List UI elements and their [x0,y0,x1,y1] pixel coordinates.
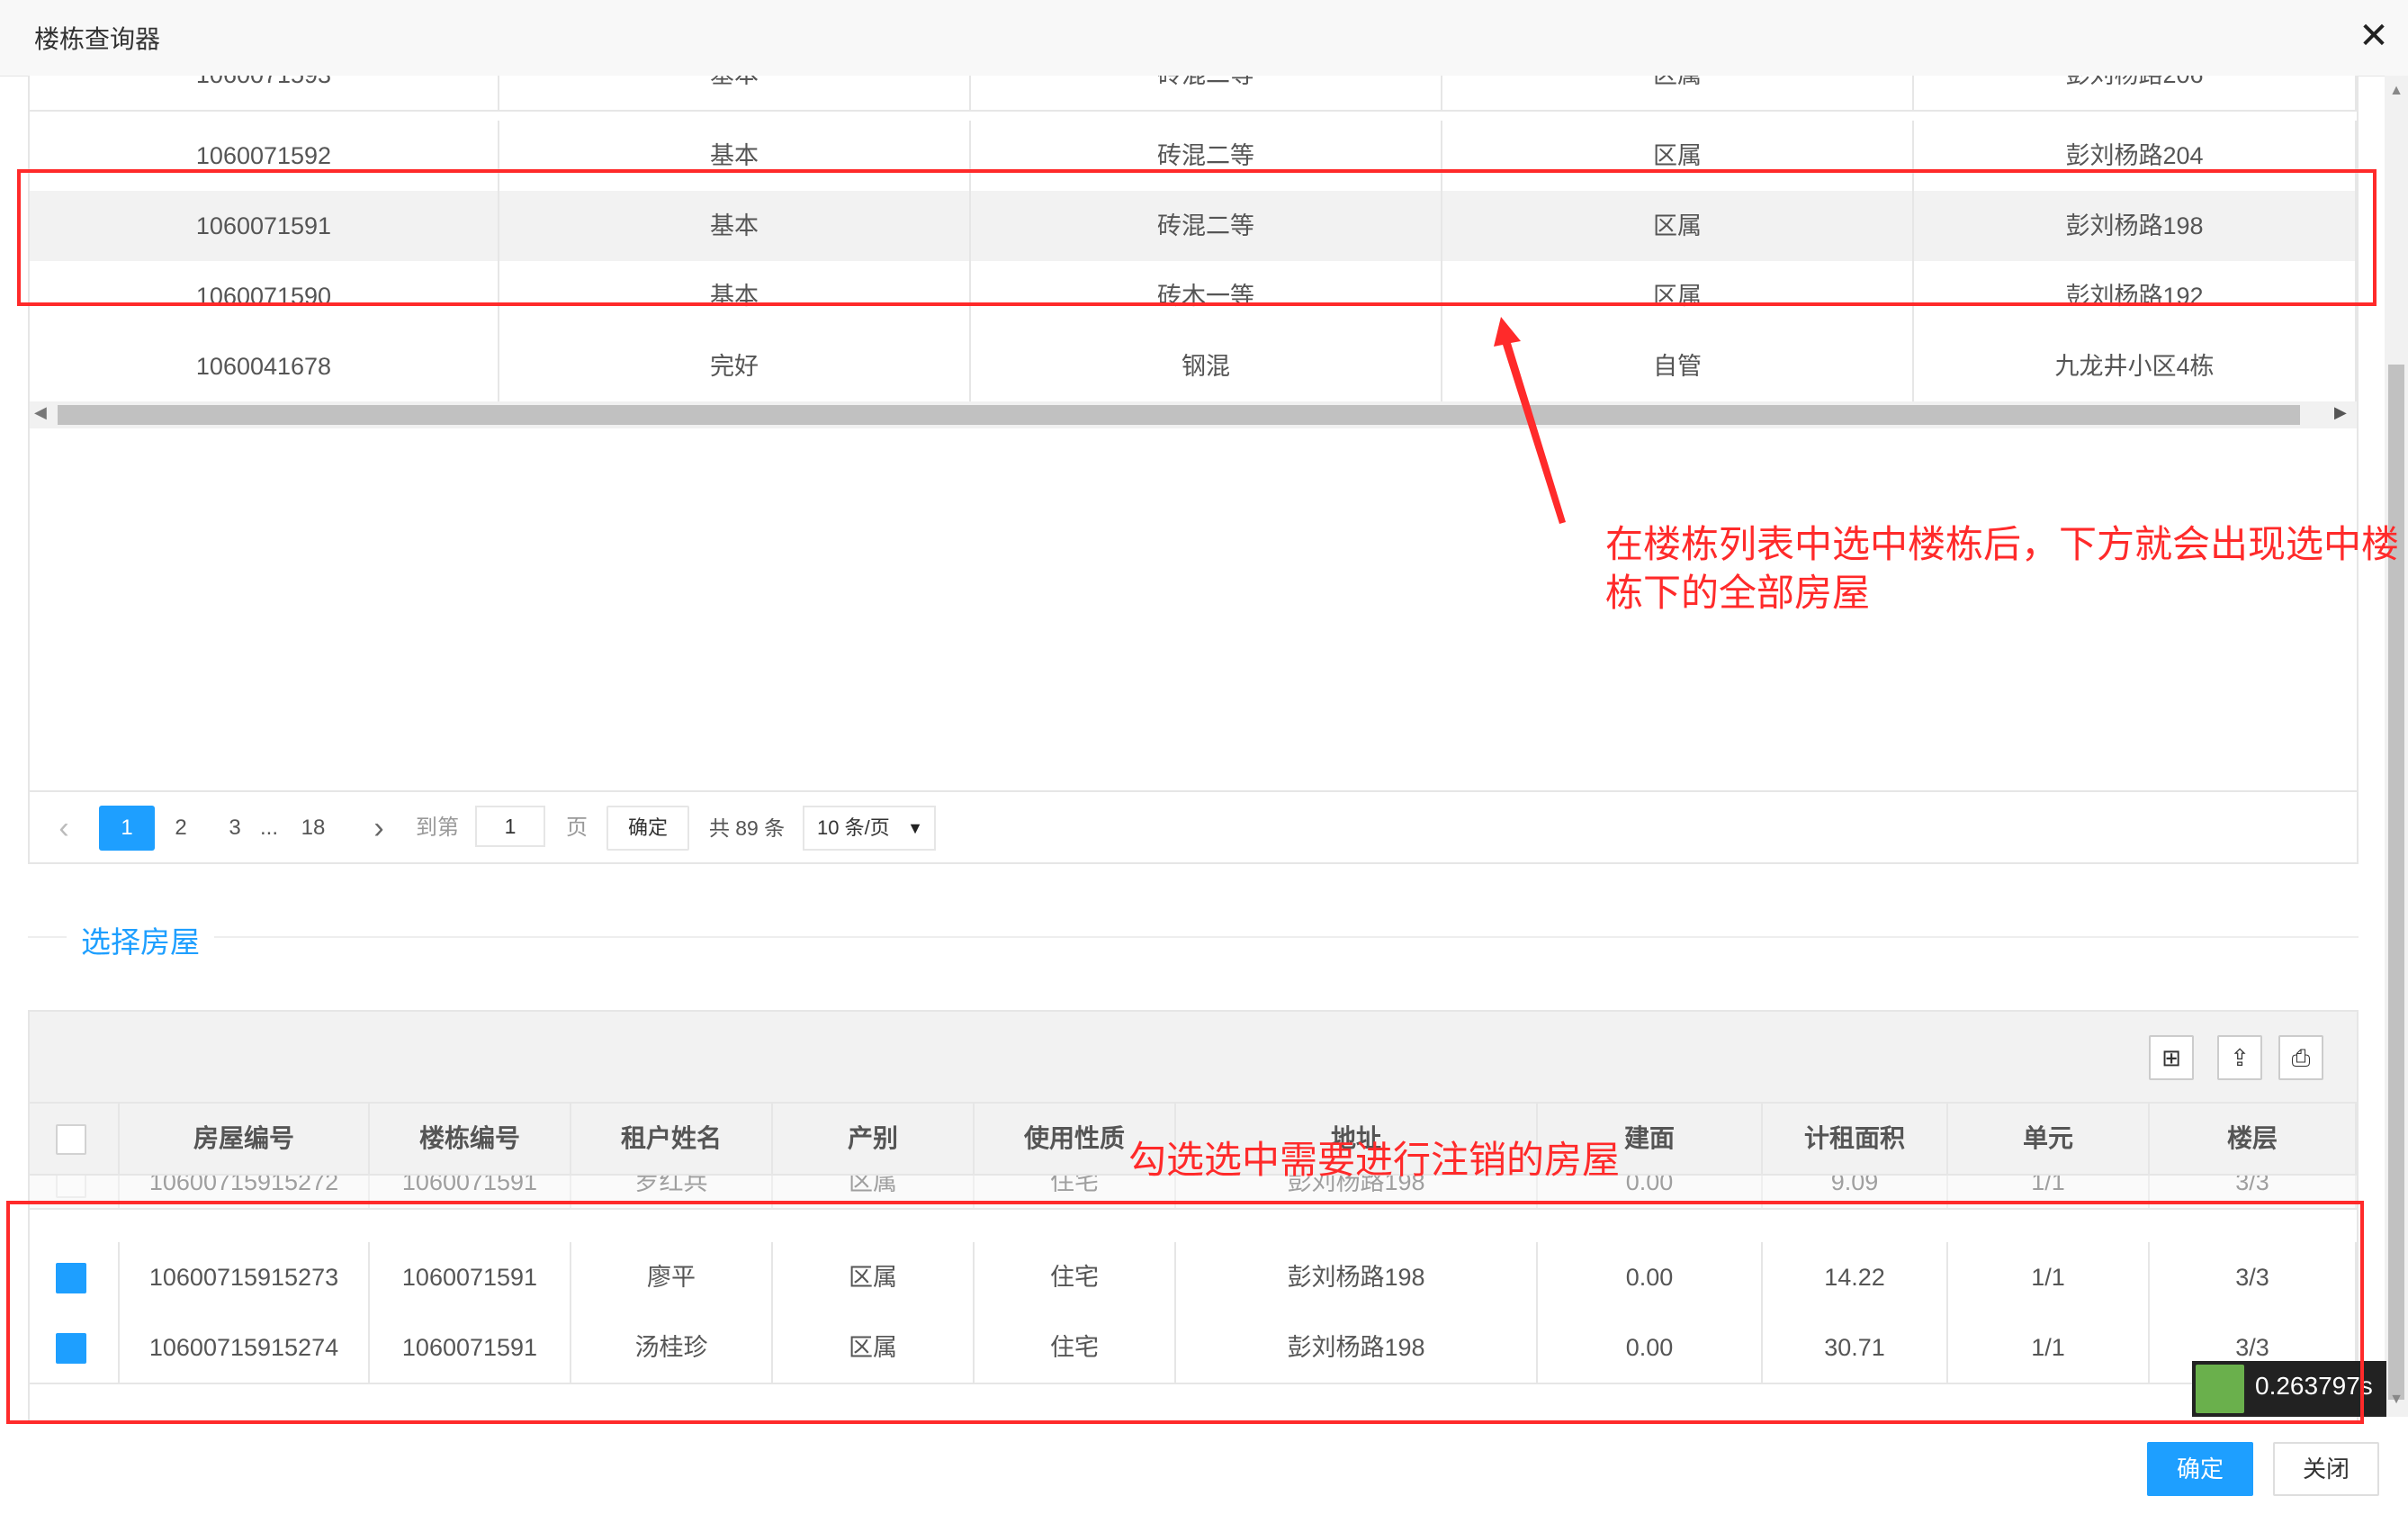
annotation-note-houses: 勾选选中需要进行注销的房屋 [1128,1139,1621,1181]
scroll-right-icon[interactable]: ▶ [2334,403,2347,422]
building-cell-status: 基本 [499,76,971,110]
building-cell-structure: 砖混二等 [971,76,1442,110]
house-table-toolbar [30,1012,2357,1104]
goto-label: 到第 [416,816,459,840]
confirm-button[interactable]: 确定 [2147,1442,2253,1496]
column-header[interactable]: 房屋编号 [120,1104,370,1174]
page-button-1[interactable]: 1 [99,806,155,851]
page-button-3[interactable]: 3 [221,806,248,851]
building-cell-status: 完好 [499,331,971,401]
building-cell-address: 九龙井小区4栋 [1914,331,2357,401]
building-cell-ownership: 自管 [1442,331,1914,401]
building-cell-id: 1060041678 [30,331,499,401]
dialog-title: 楼栋查询器 [34,25,161,53]
scroll-left-icon[interactable]: ◀ [34,403,47,422]
scroll-up-icon[interactable]: ▲ [2385,83,2408,101]
building-row[interactable]: 1060041678 完好 钢混 自管 九龙井小区4栋 [30,331,2357,403]
section-divider [28,936,2359,938]
goto-page-input[interactable]: 1 [475,806,545,847]
annotation-note-building: 在楼栋列表中选中楼栋后，下方就会出现选中楼栋下的全部房屋 [1605,523,2400,614]
building-cell-ownership: 区属 [1442,76,1914,110]
building-cell-address: 彭刘杨路206 [1914,76,2357,110]
column-header[interactable]: 单元 [1948,1104,2150,1174]
close-icon[interactable]: ✕ [2356,16,2392,56]
column-header[interactable]: 产别 [773,1104,975,1174]
page-ellipsis: ... [259,816,278,840]
select-all-cell [30,1104,120,1174]
column-header[interactable]: 楼栋编号 [370,1104,571,1174]
building-cell-id: 1060071593 [30,76,499,110]
row-checkbox[interactable] [56,1176,86,1198]
column-header[interactable]: 租户姓名 [571,1104,773,1174]
total-count: 共 89 条 [708,816,786,840]
column-header[interactable]: 楼层 [2150,1104,2357,1174]
columns-icon[interactable]: ⊞ [2149,1035,2194,1080]
close-button[interactable]: 关闭 [2273,1442,2379,1496]
page-size-value: 10 条/页 [817,816,890,839]
export-icon[interactable]: ⇪ [2217,1035,2262,1080]
annotation-box-houses [6,1201,2364,1424]
page-unit-label: 页 [566,816,588,840]
next-page-icon[interactable]: › [364,806,394,851]
scroll-down-icon[interactable]: ▼ [2385,1392,2408,1410]
horizontal-scroll-thumb[interactable] [58,405,2300,425]
page-size-select[interactable]: 10 条/页 ▼ [803,806,936,851]
prev-page-icon[interactable]: ‹ [50,806,77,851]
pager-divider [28,790,2359,792]
print-icon[interactable]: ⎙ [2278,1035,2323,1080]
page-button-2[interactable]: 2 [167,806,194,851]
dropdown-arrow-icon: ▼ [907,819,923,837]
section-title: 选择房屋 [67,918,214,961]
dialog-titlebar [0,0,2408,77]
building-row[interactable]: 1060071593基本砖混二等区属彭刘杨路206 [30,76,2357,112]
column-header[interactable]: 计租面积 [1763,1104,1948,1174]
select-all-checkbox[interactable] [56,1124,86,1155]
goto-confirm-button[interactable]: 确定 [606,806,689,851]
page-button-18[interactable]: 18 [295,806,331,851]
annotation-box-building [17,169,2377,306]
building-cell-structure: 钢混 [971,331,1442,401]
